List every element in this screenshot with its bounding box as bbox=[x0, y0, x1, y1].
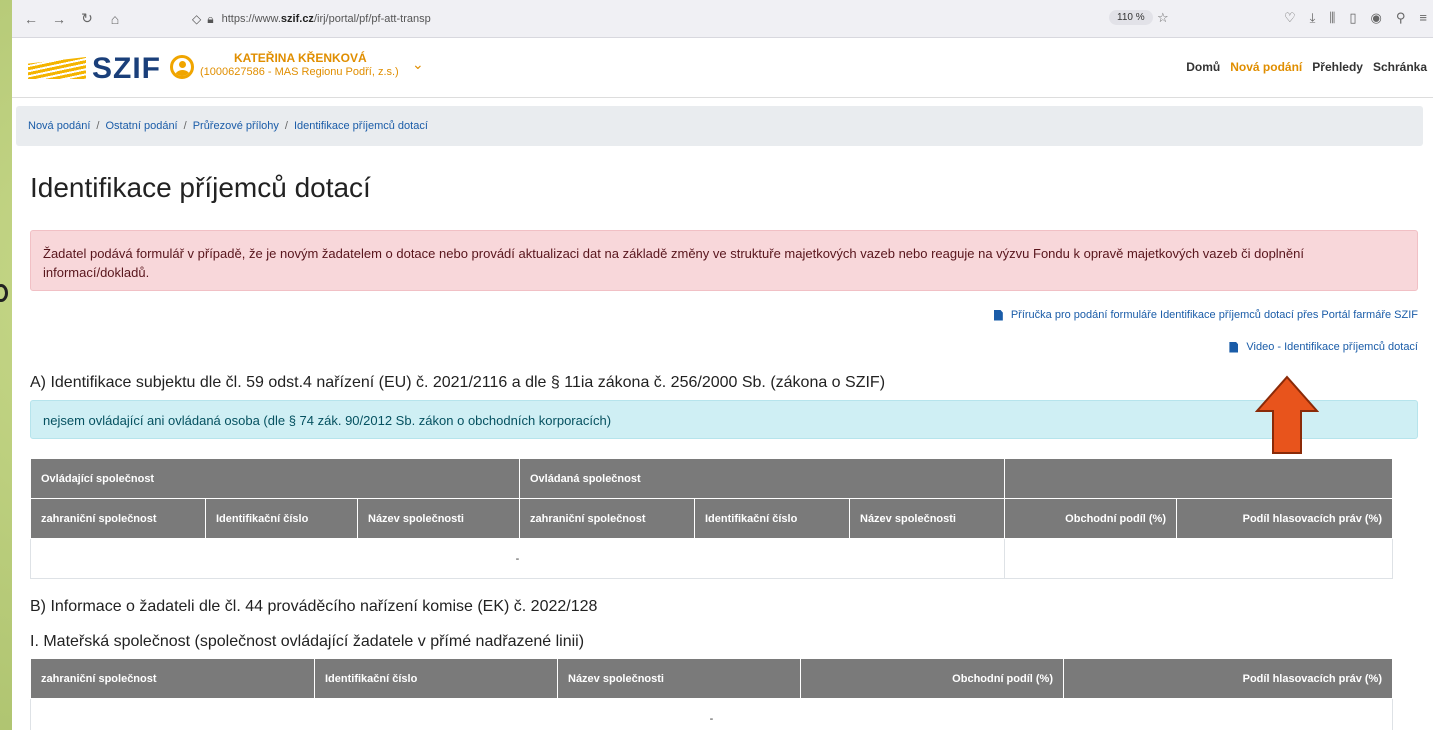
column-header: Podíl hlasovacích práv (%) bbox=[1063, 658, 1393, 699]
back-icon[interactable]: ← bbox=[20, 11, 42, 27]
empty-cell: - bbox=[30, 698, 1393, 730]
section-b1-heading: I. Mateřská společnost (společnost ovlád… bbox=[30, 633, 585, 650]
pocket-icon[interactable]: ♡ bbox=[1284, 10, 1296, 26]
szif-logo-mark[interactable] bbox=[28, 57, 86, 79]
column-header: Identifikační číslo bbox=[694, 498, 850, 539]
column-header: Podíl hlasovacích práv (%) bbox=[1176, 498, 1393, 539]
site-header: SZIF KATEŘINA KŘENKOVÁ (1000627586 - MAS… bbox=[12, 38, 1433, 98]
breadcrumb-item-current[interactable]: Identifikace příjemců dotací bbox=[294, 120, 428, 132]
breadcrumb: Nová podání / Ostatní podání / Průřezové p… bbox=[16, 106, 1423, 146]
extensions-icon[interactable]: ⚲ bbox=[1396, 10, 1406, 26]
pdf-file-icon bbox=[993, 309, 1003, 321]
chevron-down-icon[interactable]: ⌄ bbox=[412, 56, 424, 73]
account-icon[interactable]: ◉ bbox=[1371, 10, 1382, 26]
table-row: - bbox=[30, 698, 1393, 730]
table-group-header-row: Ovládající společnost Ovládaná společnos… bbox=[30, 458, 1393, 499]
column-header: zahraniční společnost bbox=[30, 658, 315, 699]
home-icon[interactable]: ⌂ bbox=[104, 11, 126, 27]
section-a-heading: A) Identifikace subjektu dle čl. 59 odst… bbox=[30, 374, 886, 391]
empty-cell: - bbox=[30, 538, 1005, 579]
user-organization[interactable]: (1000627586 - MAS Regionu Podří, z.s.) bbox=[200, 66, 399, 78]
guide-link[interactable]: Příručka pro podání formuláře Identifika… bbox=[993, 309, 1418, 321]
section-b-heading: B) Informace o žadateli dle čl. 44 prová… bbox=[30, 598, 598, 615]
column-header: Obchodní podíl (%) bbox=[800, 658, 1064, 699]
szif-logo-text[interactable]: SZIF bbox=[92, 52, 161, 86]
video-link[interactable]: Video - Identifikace příjemců dotací bbox=[1229, 341, 1418, 353]
toolbar-icons: ♡ ⤓ ⫼ ▯ ◉ ⚲ ≡ bbox=[1284, 10, 1427, 26]
video-link-label[interactable]: Video - Identifikace příjemců dotací bbox=[1246, 341, 1418, 353]
column-header: Obchodní podíl (%) bbox=[1004, 498, 1177, 539]
library-icon[interactable]: ⫼ bbox=[1329, 10, 1335, 26]
ownership-table: Ovládající společnost Ovládaná společnos… bbox=[30, 458, 1393, 579]
zoom-badge[interactable]: 110 % bbox=[1109, 10, 1153, 25]
url-path: /irj/portal/pf/pf-att-transp bbox=[313, 13, 431, 25]
user-icon[interactable] bbox=[170, 55, 194, 79]
column-header: zahraniční společnost bbox=[30, 498, 206, 539]
breadcrumb-item[interactable]: Nová podání bbox=[28, 120, 90, 132]
file-icon bbox=[1229, 341, 1239, 353]
column-header: Název společnosti bbox=[557, 658, 801, 699]
url-bar[interactable]: ◇ 🔒︎ https://www. szif.cz/irj/portal/pf/p… bbox=[192, 6, 1192, 32]
column-group-header: Ovládaná společnost bbox=[519, 458, 1005, 499]
url-prefix: https://www. bbox=[221, 13, 281, 25]
controlling-status-info: nejsem ovládající ani ovládaná osoba (dl… bbox=[30, 400, 1418, 439]
nav-overviews[interactable]: Přehledy bbox=[1312, 60, 1363, 74]
empty-cell bbox=[1004, 538, 1393, 579]
column-header: Identifikační číslo bbox=[205, 498, 358, 539]
url-domain: szif.cz bbox=[280, 13, 314, 25]
page-title: Identifikace příjemců dotací bbox=[30, 172, 371, 203]
column-header: Název společnosti bbox=[357, 498, 520, 539]
guide-link-label[interactable]: Příručka pro podání formuláře Identifika… bbox=[1011, 309, 1418, 321]
lock-icon[interactable]: 🔒︎ bbox=[207, 12, 213, 27]
nav-new-submissions[interactable]: Nová podání bbox=[1230, 60, 1302, 74]
breadcrumb-item[interactable]: Ostatní podání bbox=[105, 120, 177, 132]
breadcrumb-item[interactable]: Průřezové přílohy bbox=[193, 120, 279, 132]
nav-inbox[interactable]: Schránka bbox=[1373, 60, 1427, 74]
top-navigation: Domů Nová podání Přehledy Schránka bbox=[1186, 60, 1427, 74]
parent-company-table: zahraniční společnost Identifikační čísl… bbox=[30, 658, 1393, 730]
bookmark-star-icon[interactable]: ☆ bbox=[1157, 10, 1169, 26]
shield-icon[interactable]: ◇ bbox=[192, 12, 201, 26]
column-group-header bbox=[1004, 458, 1393, 499]
column-header: Název společnosti bbox=[849, 498, 1005, 539]
table-header-row: zahraniční společnost Identifikační čísl… bbox=[30, 658, 1393, 699]
menu-icon[interactable]: ≡ bbox=[1419, 10, 1427, 26]
sidebar-icon[interactable]: ▯ bbox=[1349, 10, 1356, 26]
info-alert: Žadatel podává formulář v případě, že je… bbox=[30, 230, 1418, 291]
nav-home[interactable]: Domů bbox=[1186, 60, 1220, 74]
column-group-header: Ovládající společnost bbox=[30, 458, 520, 499]
table-row: - bbox=[30, 538, 1393, 579]
user-name[interactable]: KATEŘINA KŘENKOVÁ bbox=[234, 51, 367, 65]
download-icon[interactable]: ⤓ bbox=[1310, 10, 1316, 26]
column-header: Identifikační číslo bbox=[314, 658, 558, 699]
up-arrow-annotation-icon bbox=[1255, 375, 1319, 454]
browser-toolbar: ← → ↻ ⌂ ◇ 🔒︎ https://www. szif.cz/irj/por… bbox=[12, 0, 1433, 38]
table-header-row: zahraniční společnost Identifikační čísl… bbox=[30, 498, 1393, 539]
column-header: zahraniční společnost bbox=[519, 498, 695, 539]
forward-icon[interactable]: → bbox=[48, 11, 70, 27]
reload-icon[interactable]: ↻ bbox=[76, 10, 98, 27]
